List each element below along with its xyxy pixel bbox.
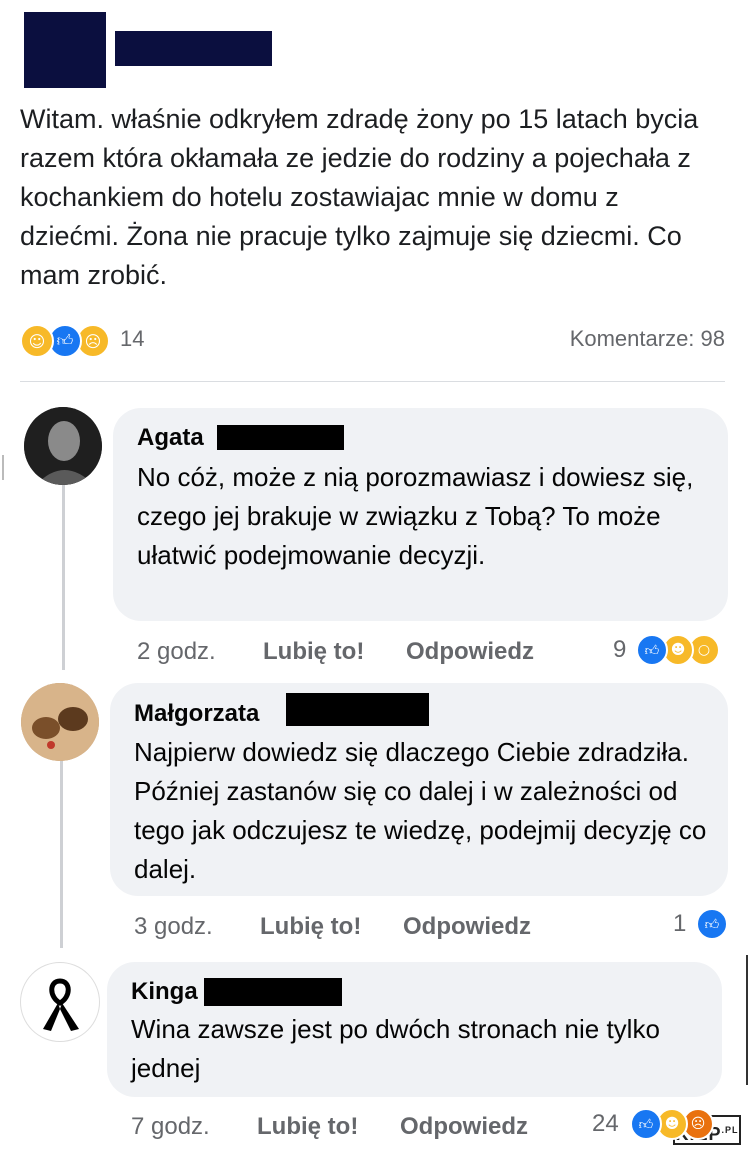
- comment-reaction-icons[interactable]: 👍︎: [696, 908, 728, 940]
- comment-reaction-icons[interactable]: 👍︎ ☻ ○: [636, 634, 731, 666]
- comment-timestamp[interactable]: 3 godz.: [134, 913, 213, 941]
- comment-reaction-count[interactable]: 1: [673, 910, 686, 938]
- redacted-name: [217, 425, 344, 450]
- avatar[interactable]: [20, 962, 100, 1042]
- comment-timestamp[interactable]: 7 godz.: [131, 1113, 210, 1141]
- comment-timestamp[interactable]: 2 godz.: [137, 638, 216, 666]
- post-text: Witam. właśnie odkryłem zdradę żony po 1…: [20, 104, 699, 290]
- reply-button[interactable]: Odpowiedz: [403, 913, 531, 941]
- comment-reaction-count[interactable]: 9: [613, 636, 626, 664]
- avatar[interactable]: [21, 683, 99, 761]
- redacted-name: [286, 693, 429, 726]
- like-button[interactable]: Lubię to!: [260, 913, 361, 941]
- comment-author-name[interactable]: Agata: [137, 424, 204, 452]
- comment-author-name[interactable]: Kinga: [131, 978, 198, 1006]
- comment-text: Najpierw dowiedz się dlaczego Ciebie zdr…: [134, 737, 707, 884]
- post-reactions-row[interactable]: ☺ 👍︎ ☹ 14 Komentarze: 98: [20, 320, 725, 360]
- edge-mark: [2, 455, 4, 480]
- comment-text: Wina zawsze jest po dwóch stronach nie t…: [131, 1014, 660, 1083]
- post-reaction-icons[interactable]: ☺ 👍︎ ☹: [20, 324, 120, 358]
- like-icon: 👍︎: [696, 908, 728, 940]
- edge-mark: [746, 955, 748, 1085]
- like-icon: 👍︎: [636, 634, 668, 666]
- redacted-name: [204, 978, 342, 1006]
- like-icon: 👍︎: [630, 1108, 662, 1140]
- redacted-author-name: [115, 31, 272, 66]
- comments-count-link[interactable]: Komentarze: 98: [570, 326, 725, 352]
- reply-button[interactable]: Odpowiedz: [400, 1113, 528, 1141]
- reply-button[interactable]: Odpowiedz: [406, 638, 534, 666]
- post-reaction-count[interactable]: 14: [120, 326, 144, 352]
- like-button[interactable]: Lubię to!: [263, 638, 364, 666]
- like-button[interactable]: Lubię to!: [257, 1113, 358, 1141]
- avatar[interactable]: [24, 407, 102, 485]
- comment-author-name[interactable]: Małgorzata: [134, 700, 259, 728]
- comment-text: No cóż, może z nią porozmawiasz i dowies…: [137, 462, 694, 570]
- care-icon: ☺: [20, 324, 54, 358]
- divider: [20, 381, 725, 382]
- thread-line: [62, 485, 65, 670]
- comment-reaction-count[interactable]: 24: [592, 1110, 619, 1138]
- thread-line: [60, 758, 63, 948]
- redacted-author-avatar: [24, 12, 106, 88]
